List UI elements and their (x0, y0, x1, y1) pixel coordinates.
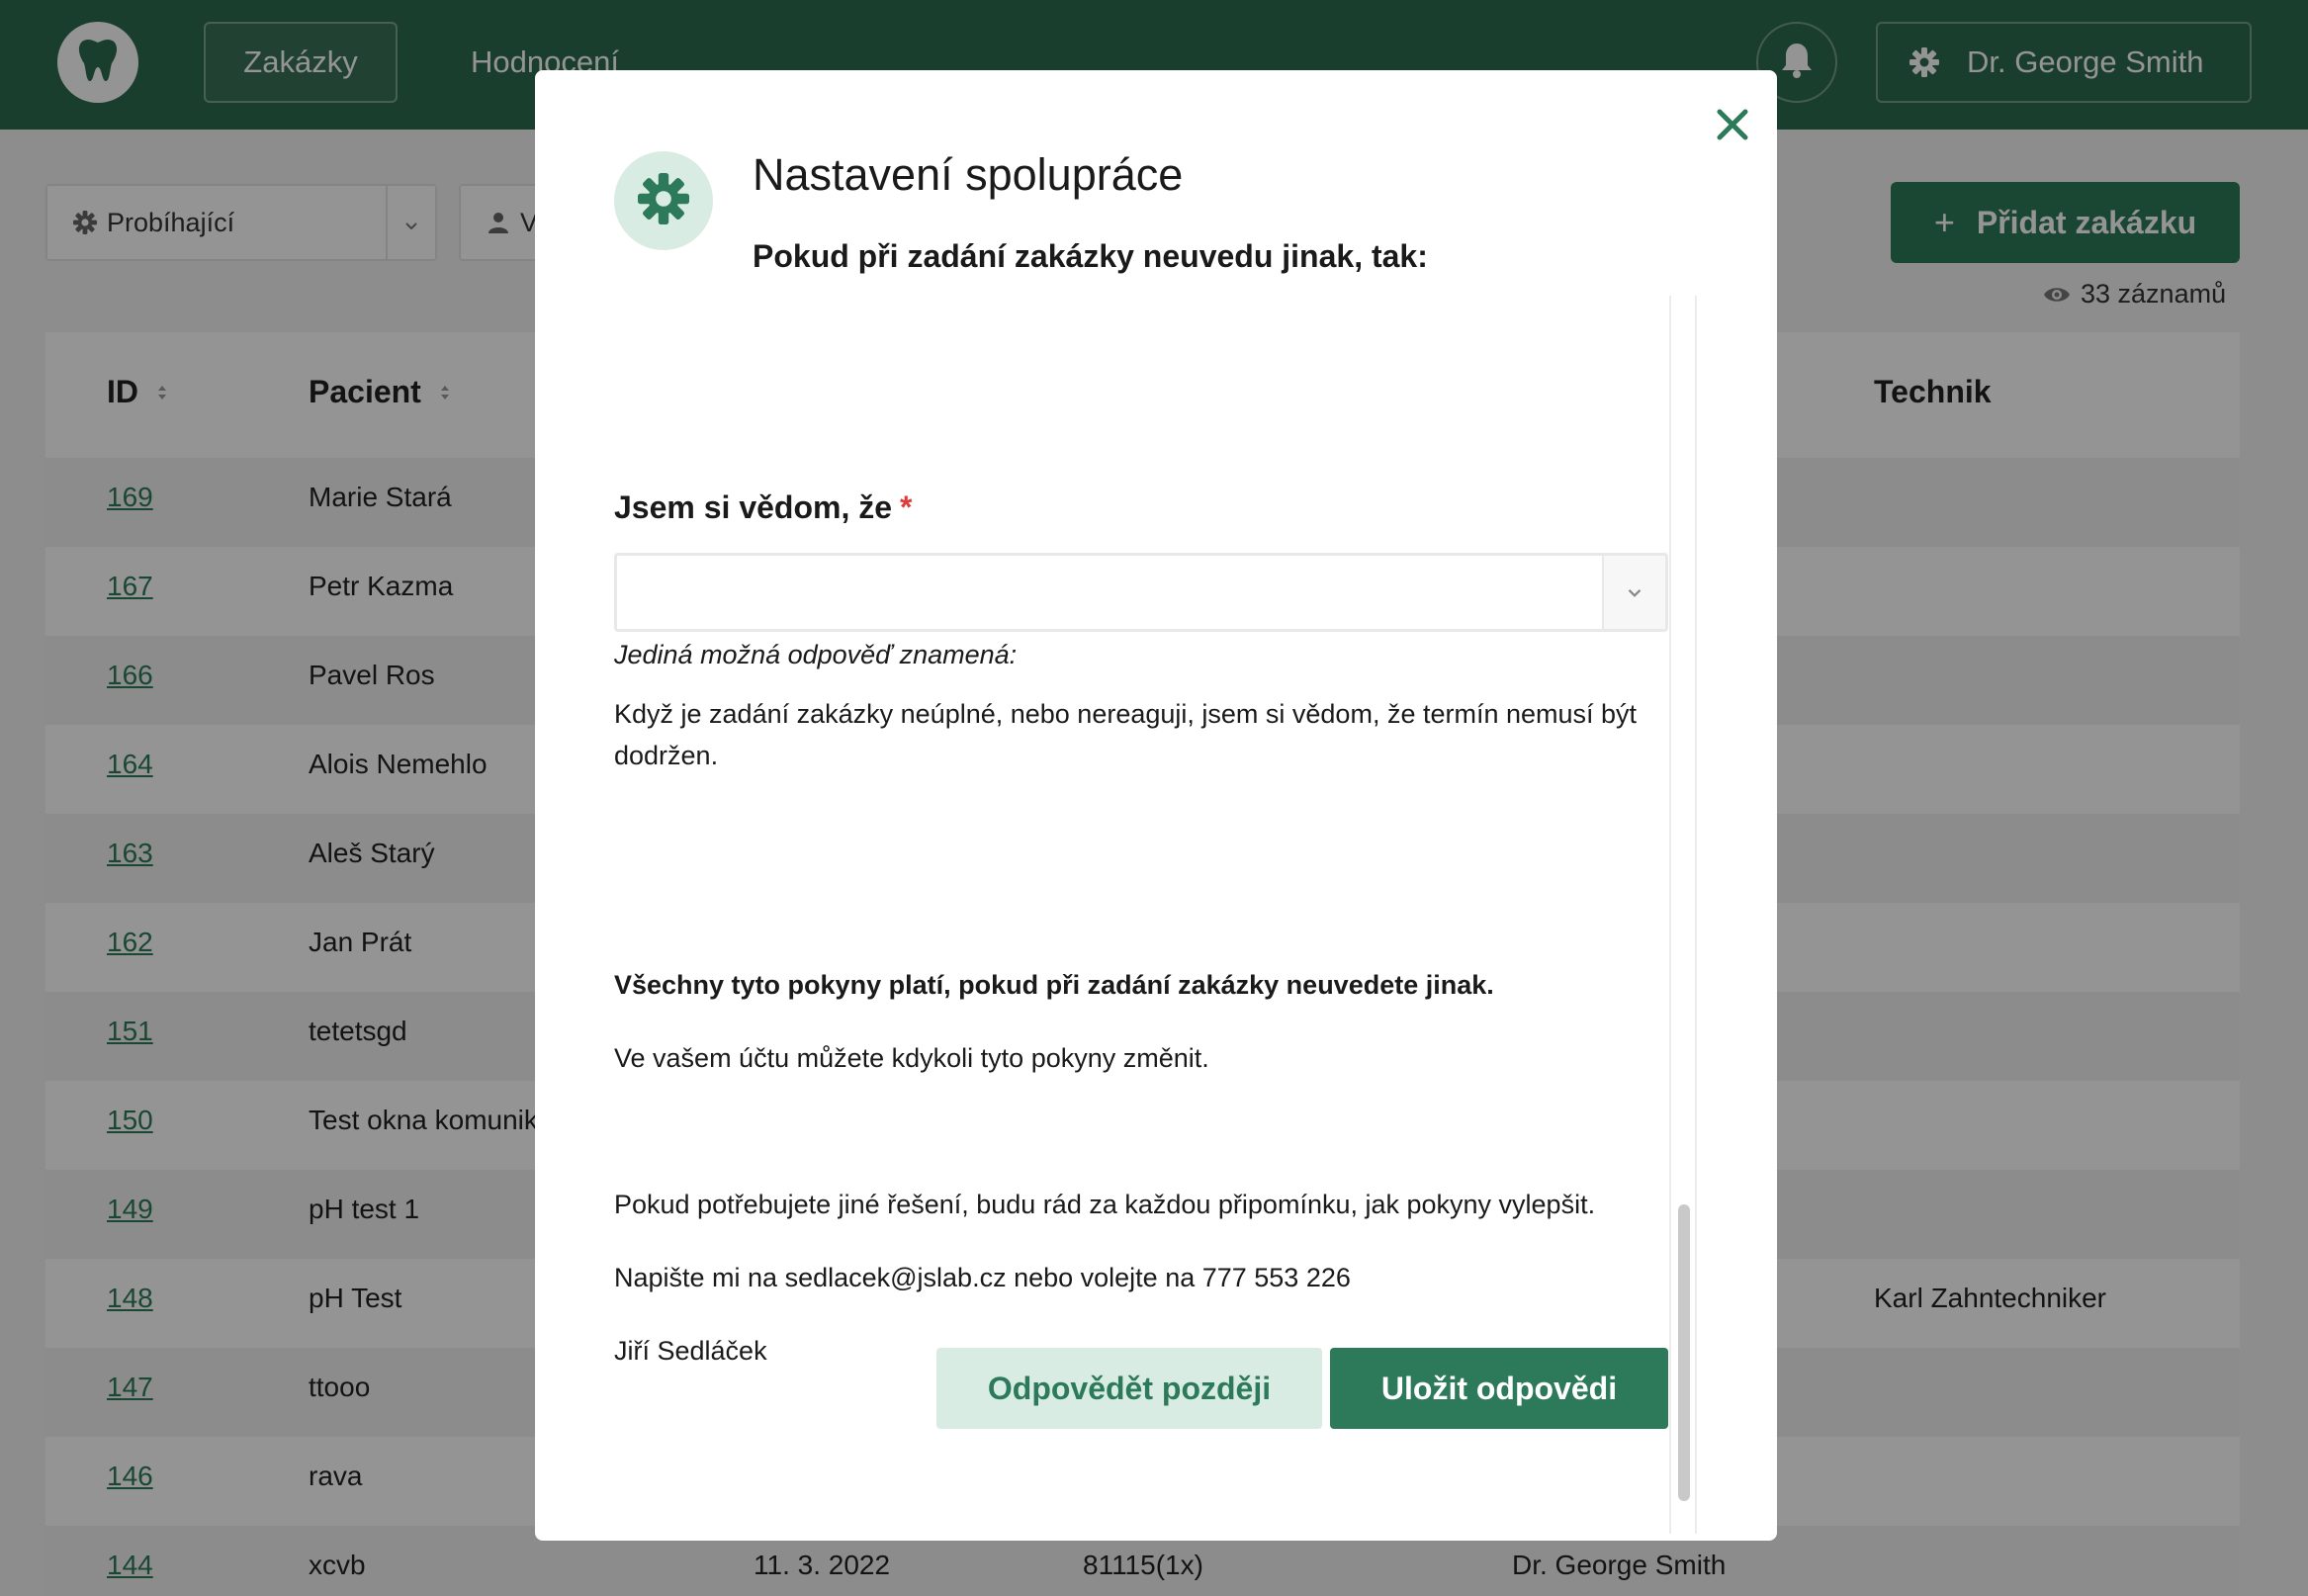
contact-text: Napište mi na sedlacek@jslab.cz nebo vol… (614, 1263, 1351, 1292)
modal-icon (614, 151, 713, 250)
note-change: Ve vašem účtu můžete kdykoli tyto pokyny… (614, 1043, 1209, 1073)
chevron-down-icon (1604, 556, 1665, 629)
scrollbar-thumb[interactable] (1678, 1204, 1690, 1501)
modal-title: Nastavení spolupráce (753, 149, 1184, 200)
required-mark: * (900, 489, 913, 525)
answer-hint: Jediná možná odpověď znamená: (614, 640, 1018, 669)
modal-subtitle: Pokud při zadání zakázky neuvedu jinak, … (753, 238, 1428, 274)
answer-select[interactable] (614, 553, 1668, 632)
close-button[interactable] (1708, 102, 1757, 151)
close-icon (1716, 108, 1749, 146)
note-bold: Všechny tyto pokyny platí, pokud při zad… (614, 970, 1494, 1000)
gear-icon (638, 172, 689, 229)
question-label: Jsem si vědom, že * (614, 489, 913, 525)
answer-later-button[interactable]: Odpovědět později (936, 1348, 1322, 1429)
collaboration-settings-modal: Nastavení spolupráce Pokud při zadání za… (535, 70, 1777, 1541)
feedback-text: Pokud potřebujete jiné řešení, budu rád … (614, 1190, 1596, 1219)
save-answers-button[interactable]: Uložit odpovědi (1330, 1348, 1668, 1429)
answer-text: Když je zadání zakázky neúplné, nebo ner… (614, 699, 1638, 770)
